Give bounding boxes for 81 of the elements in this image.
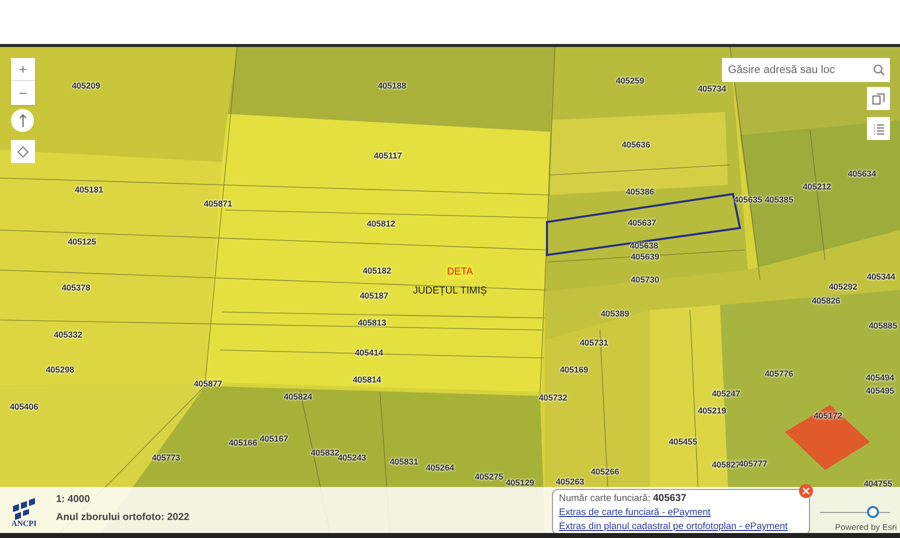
parcel-number: 405275 bbox=[474, 470, 504, 484]
parcel-number: 405117 bbox=[374, 150, 402, 162]
parcel-number: 405776 bbox=[764, 368, 794, 380]
parcel-number: 405877 bbox=[194, 378, 222, 390]
parcel-number: 405332 bbox=[54, 328, 82, 342]
epayment-link[interactable]: Extras de carte funciară - ePayment bbox=[559, 506, 711, 520]
parcel-number: 405636 bbox=[622, 138, 650, 152]
parcel-number: 405166 bbox=[228, 436, 258, 450]
scale-text: 1: 4000 bbox=[56, 493, 91, 507]
parcel-number: 405730 bbox=[630, 274, 660, 286]
parcel-number: 405187 bbox=[360, 290, 388, 302]
parcel-number: 405125 bbox=[68, 236, 96, 248]
parcel-number: 405773 bbox=[152, 452, 180, 464]
attribution-text: Powered by Esri bbox=[835, 521, 897, 533]
parcel-number: 405182 bbox=[362, 264, 392, 278]
parcel-number: 405212 bbox=[802, 180, 832, 194]
parcel-number: 405414 bbox=[354, 346, 384, 360]
parcel-number: 405814 bbox=[352, 374, 382, 386]
zoom-out-button[interactable]: − bbox=[11, 81, 35, 105]
parcel-number: 405813 bbox=[358, 316, 386, 330]
parcel-number: 405247 bbox=[712, 388, 740, 400]
parcel-number: 405129 bbox=[506, 476, 534, 490]
parcel-number: 405639 bbox=[630, 250, 660, 264]
ortho-year-text: Anul zborului ortofoto: 2022 bbox=[56, 511, 190, 525]
epayment-link[interactable]: Extras din planul cadastral pe ortofotoplan - ePayment bbox=[559, 520, 788, 533]
parcel-number: 405172 bbox=[814, 410, 842, 422]
parcel-number: 405209 bbox=[72, 80, 100, 92]
parcel-number: 405386 bbox=[626, 186, 654, 198]
place-label: DETA bbox=[446, 264, 474, 280]
search-icon bbox=[873, 64, 885, 76]
parcel-number: 404755 bbox=[864, 478, 892, 490]
parcel-number: 405219 bbox=[698, 404, 726, 418]
parcel-number: 405188 bbox=[378, 80, 406, 92]
parcel-number: 405832 bbox=[310, 446, 340, 458]
parcel-number: 405777 bbox=[738, 458, 768, 470]
parcel-number: 405885 bbox=[868, 320, 898, 332]
parcel-number: 405378 bbox=[62, 282, 90, 294]
parcel-number: 405494 bbox=[866, 372, 894, 384]
parcel-number: 405731 bbox=[580, 336, 608, 350]
search-field[interactable]: Găsire adresă sau loc bbox=[722, 58, 868, 82]
zoom-in-button[interactable]: + bbox=[11, 58, 35, 81]
parcel-number: 405385 bbox=[764, 194, 794, 206]
parcel-number: 405389 bbox=[600, 308, 630, 320]
parcel-number: 405298 bbox=[46, 364, 74, 376]
parcel-number: 405259 bbox=[616, 74, 644, 88]
parcel-number: 405634 bbox=[848, 168, 876, 180]
parcel-number: 405455 bbox=[668, 436, 698, 448]
parcel-number: 405266 bbox=[590, 466, 620, 478]
logo-mark-icon bbox=[11, 496, 37, 520]
layers-icon bbox=[872, 92, 885, 104]
parcel-number: 405243 bbox=[338, 452, 366, 464]
legend-button[interactable] bbox=[867, 117, 890, 140]
parcel-number: 405169 bbox=[560, 364, 588, 376]
parcel-number: 405263 bbox=[556, 476, 584, 488]
place-label: JUDEȚUL TIMIȘ bbox=[413, 284, 487, 298]
parcel-number: 405826 bbox=[812, 294, 840, 308]
basemap-button[interactable] bbox=[867, 87, 890, 110]
parcel-number: 405734 bbox=[698, 82, 726, 96]
parcel-number: 405824 bbox=[284, 390, 312, 404]
search-button[interactable] bbox=[868, 58, 890, 82]
list-icon bbox=[872, 122, 884, 134]
parcel-number: 405406 bbox=[10, 400, 38, 414]
locate-icon bbox=[17, 146, 29, 158]
logo-text: ANCPI bbox=[11, 520, 37, 528]
parcel-number: 405181 bbox=[74, 184, 104, 196]
parcel-number: 405638 bbox=[630, 240, 658, 252]
close-icon bbox=[802, 487, 810, 495]
parcel-number: 405637 bbox=[628, 216, 656, 230]
parcel-number: 405871 bbox=[204, 198, 232, 210]
parcel-number: 405167 bbox=[260, 432, 288, 446]
parcel-number-text: Număr carte funciară: 405637 bbox=[559, 492, 688, 506]
locate-button[interactable] bbox=[11, 140, 35, 163]
up-arrow-icon bbox=[18, 114, 26, 128]
parcel-number: 405264 bbox=[426, 462, 454, 474]
parcel-number: 405831 bbox=[390, 456, 418, 468]
parcel-number: 405812 bbox=[366, 218, 396, 230]
parcel-number: 405344 bbox=[866, 270, 896, 284]
parcel-number: 405827 bbox=[712, 458, 740, 472]
parcel-number: 405495 bbox=[866, 384, 894, 398]
parcel-number: 405732 bbox=[538, 392, 568, 404]
parcel-number: 405292 bbox=[828, 280, 858, 294]
